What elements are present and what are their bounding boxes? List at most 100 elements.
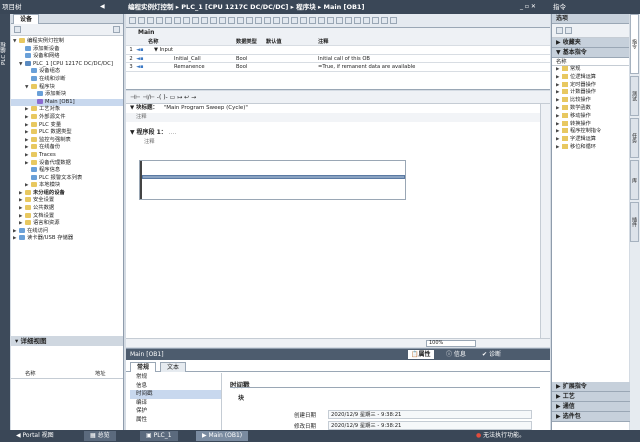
tree-item[interactable]: ▶ 外部源文件 [11,113,123,122]
properties-tab[interactable]: 📋属性 [408,350,434,359]
instruction-folder[interactable]: ▶ 程序控制指令 [556,128,629,136]
editor-toolbar-button[interactable] [237,17,244,24]
lad-contact-no-icon[interactable]: ⊣⊢ [130,94,140,101]
editor-toolbar-button[interactable] [291,17,298,24]
interface-name[interactable]: ▼ Input [148,46,236,53]
editor-toolbar-button[interactable] [264,17,271,24]
main-ob1-tab[interactable]: ▶ Main (OB1) [196,431,249,441]
side-tab[interactable]: 插件 [630,202,639,242]
interface-type[interactable]: Bool [236,55,266,62]
task-section-header[interactable]: ▶ 通信 [552,402,630,412]
interface-row[interactable]: 1 ◄▪ ▼ Input [126,46,550,55]
text-tab[interactable]: 文本 [159,362,186,372]
portal-view-button[interactable]: ◀ Portal 视图 [16,430,54,442]
tree-item[interactable]: Main [OB1] [11,98,123,107]
tree-item[interactable]: ▶ PLC 数据类型 [11,129,123,137]
interface-row[interactable]: 2 ◄▪ Initial_Call Bool Initial call of this … [126,55,550,64]
toolbar-icon[interactable] [113,26,120,33]
lad-box-icon[interactable]: ▭ [170,94,176,101]
tree-item[interactable]: ▶ Traces [11,151,123,160]
diagnostics-tab[interactable]: ✔ 诊断 [482,349,501,360]
overview-tab[interactable]: ▦ 总览 [84,431,116,441]
tree-item[interactable]: ▶ 文档设置 [11,212,123,221]
instruction-folder[interactable]: ▶ 移动操作 [556,112,629,121]
editor-toolbar-button[interactable] [354,17,361,24]
interface-type[interactable] [236,46,266,53]
editor-toolbar-button[interactable] [336,17,343,24]
tree-item[interactable]: ▶ 安全设置 [11,197,123,205]
interface-comment[interactable]: Initial call of this OB [318,55,518,62]
devices-tab[interactable]: 设备 [13,14,40,24]
tree-item[interactable]: ▶ 语言和资源 [11,220,123,228]
editor-toolbar-button[interactable] [210,17,217,24]
instruction-folder[interactable]: ▶ 数学函数 [556,104,629,113]
interface-type[interactable]: Bool [236,63,266,70]
block-comment[interactable]: 注释 [126,113,550,122]
tree-item[interactable]: ▶ PLC 变量 [11,121,123,130]
editor-toolbar-button[interactable] [273,17,280,24]
side-tab[interactable]: 任务 [630,118,639,158]
tree-item[interactable]: ▶ 设备代理数据 [11,159,123,168]
interface-default[interactable] [266,55,318,62]
inspector-nav-item[interactable]: 时间戳 [130,390,221,399]
editor-toolbar-button[interactable] [147,17,154,24]
editor-toolbar-button[interactable] [372,17,379,24]
editor-toolbar-button[interactable] [309,17,316,24]
editor-toolbar-button[interactable] [390,17,397,24]
zoom-select[interactable]: 100% [426,340,476,347]
editor-toolbar-button[interactable] [246,17,253,24]
instruction-folder[interactable]: ▶ 比较操作 [556,97,629,105]
lad-workspace[interactable]: ▼ 块标题： "Main Program Sweep (Cycle)" 注释 ▼… [126,104,550,338]
interface-comment[interactable] [318,46,518,53]
network-1-comment[interactable]: 注释 [126,138,550,147]
tree-item[interactable]: ▼ 编程实例灯控制 [11,38,123,46]
editor-toolbar-button[interactable] [363,17,370,24]
instruction-folder[interactable]: ▶ 移位和循环 [556,143,629,152]
tree-item[interactable]: ▶ 在线备份 [11,144,123,152]
editor-toolbar-button[interactable] [129,17,136,24]
tree-item[interactable]: ▶ 未分组的设备 [11,189,123,198]
inspector-nav-item[interactable]: 信息 [130,382,221,391]
breadcrumb-blocks[interactable]: 程序块 [296,3,316,11]
tree-item[interactable]: 程序信息 [11,167,123,175]
interface-default[interactable] [266,63,318,70]
tree-item[interactable]: ▶ 工艺对象 [11,106,123,114]
task-section-header[interactable]: ▶ 选件包 [552,412,630,422]
instruction-folder[interactable]: ▶ 字逻辑运算 [556,136,629,144]
editor-toolbar-button[interactable] [255,17,262,24]
favorites-header[interactable]: ▶ 收藏夹 [552,38,629,48]
instruction-folder[interactable]: ▶ 计数器操作 [556,89,629,97]
plc-programming-tab[interactable]: PLC 编程 [0,14,10,94]
toolbar-icon[interactable] [14,26,21,33]
side-tab[interactable]: 指令 [630,14,639,74]
editor-toolbar-button[interactable] [192,17,199,24]
basic-instructions-header[interactable]: ▼ 基本指令 [552,48,629,58]
window-controls[interactable]: _ ▫ ✕ [520,0,536,14]
tree-item[interactable]: ▶ 本地模块 [11,182,123,190]
lad-coil-icon[interactable]: -( )- [157,94,168,101]
editor-toolbar-button[interactable] [219,17,226,24]
tree-item[interactable]: PLC 报警文本列表 [11,174,123,183]
breadcrumb-plc[interactable]: PLC_1 [CPU 1217C DC/DC/DC] [181,3,288,11]
tree-item[interactable]: ▼ PLC_1 [CPU 1217C DC/DC/DC] [11,60,123,69]
inspector-nav-item[interactable]: 属性 [130,416,221,425]
task-section-header[interactable]: ▶ 扩展指令 [552,382,630,392]
side-tab[interactable]: 库 [630,160,639,200]
task-section-header[interactable]: ▶ 工艺 [552,392,630,402]
breadcrumb-main[interactable]: Main [OB1] [324,3,365,11]
general-tab[interactable]: 常规 [130,362,157,372]
editor-toolbar-button[interactable] [228,17,235,24]
network-1-rung[interactable] [139,160,406,200]
collapse-icon[interactable]: ◀ [100,0,105,14]
editor-toolbar-button[interactable] [174,17,181,24]
inspector-nav-item[interactable]: 保护 [130,407,221,416]
editor-toolbar-button[interactable] [138,17,145,24]
interface-name[interactable]: Initial_Call [148,55,236,62]
interface-default[interactable] [266,46,318,53]
editor-toolbar-button[interactable] [282,17,289,24]
side-tab[interactable]: 测试 [630,76,639,116]
lad-connect-icon[interactable]: → [191,94,196,101]
interface-row[interactable]: 3 ◄▪ Remanence Bool =True, if remanent data … [126,63,550,72]
lad-branch-open-icon[interactable]: ↦ [177,94,182,101]
tree-item[interactable]: ▼ 程序块 [11,83,123,92]
